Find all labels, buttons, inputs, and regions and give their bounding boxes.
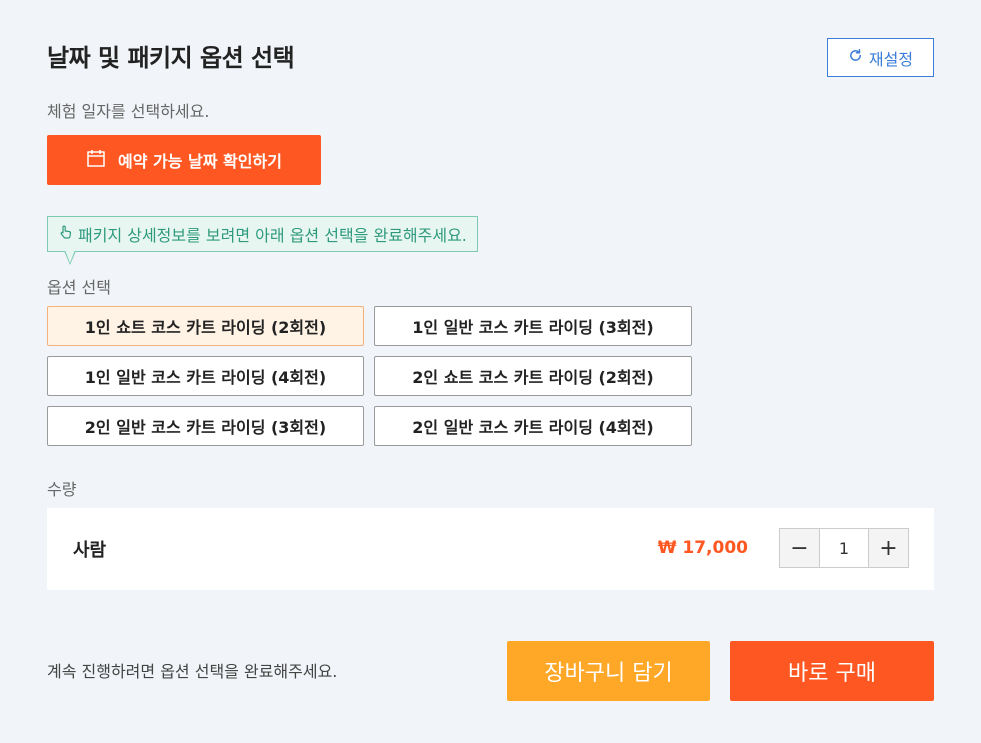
tooltip-text: 패키지 상세정보를 보려면 아래 옵션 선택을 완료해주세요. — [78, 226, 467, 245]
calendar-icon — [86, 148, 106, 172]
add-to-cart-button[interactable]: 장바구니 담기 — [507, 641, 710, 701]
option-button[interactable]: 1인 일반 코스 카트 라이딩 (3회전) — [374, 306, 692, 346]
tooltip-tail-inner — [65, 250, 75, 263]
quantity-item-price: ₩ 17,000 — [657, 538, 748, 558]
option-button[interactable]: 2인 일반 코스 카트 라이딩 (3회전) — [47, 406, 364, 446]
footer-message: 계속 진행하려면 옵션 선택을 완료해주세요. — [47, 662, 338, 681]
option-button[interactable]: 1인 일반 코스 카트 라이딩 (4회전) — [47, 356, 364, 396]
page-title: 날짜 및 패키지 옵션 선택 — [47, 44, 295, 72]
option-button[interactable]: 1인 쇼트 코스 카트 라이딩 (2회전) — [47, 306, 364, 346]
date-button-label: 예약 가능 날짜 확인하기 — [118, 152, 282, 171]
hand-pointer-icon — [58, 224, 74, 244]
options-label: 옵션 선택 — [47, 278, 111, 297]
quantity-label: 수량 — [47, 480, 77, 499]
date-subtitle: 체험 일자를 선택하세요. — [47, 102, 210, 121]
decrease-button[interactable]: − — [780, 529, 819, 567]
quantity-stepper: − 1 + — [779, 528, 909, 568]
option-button[interactable]: 2인 쇼트 코스 카트 라이딩 (2회전) — [374, 356, 692, 396]
increase-button[interactable]: + — [869, 529, 908, 567]
option-button[interactable]: 2인 일반 코스 카트 라이딩 (4회전) — [374, 406, 692, 446]
options-grid: 1인 쇼트 코스 카트 라이딩 (2회전) 1인 일반 코스 카트 라이딩 (3… — [47, 306, 692, 446]
quantity-panel: 사람 ₩ 17,000 − 1 + — [47, 508, 934, 590]
check-available-dates-button[interactable]: 예약 가능 날짜 확인하기 — [47, 135, 321, 185]
package-info-tooltip: 패키지 상세정보를 보려면 아래 옵션 선택을 완료해주세요. — [47, 216, 478, 252]
refresh-icon — [848, 48, 863, 67]
reset-label: 재설정 — [868, 49, 914, 69]
quantity-item-name: 사람 — [73, 540, 107, 561]
reset-button[interactable]: 재설정 — [827, 38, 934, 77]
quantity-value[interactable]: 1 — [819, 529, 869, 567]
buy-now-button[interactable]: 바로 구매 — [730, 641, 934, 701]
